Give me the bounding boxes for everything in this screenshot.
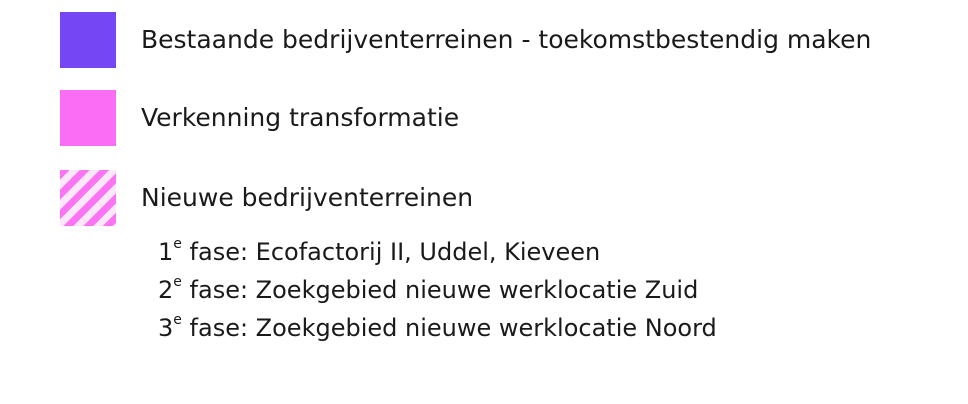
transformation-swatch (60, 90, 116, 146)
phase-1-number: 1 (158, 238, 174, 266)
transformation-label: Verkenning transformatie (141, 103, 460, 132)
phase-2-number: 2 (158, 276, 174, 304)
legend-item-new-sites: Nieuwe bedrijventerreinen (60, 170, 473, 226)
phase-2-ordinal-suffix: e (173, 274, 182, 290)
phase-3-ordinal-suffix: e (173, 312, 182, 328)
existing-sites-label: Bestaande bedrijventerreinen - toekomstb… (141, 25, 872, 54)
legend-item-existing-sites: Bestaande bedrijventerreinen - toekomstb… (60, 12, 871, 68)
new-sites-hatched-swatch (60, 170, 116, 226)
legend-item-transformation: Verkenning transformatie (60, 90, 459, 146)
phase-1-text: fase: Ecofactorij II, Uddel, Kieveen (181, 238, 601, 266)
phase-2-text: fase: Zoekgebied nieuwe werklocatie Zuid (181, 276, 699, 304)
phase-3-number: 3 (158, 314, 174, 342)
phase-1-ordinal-suffix: e (173, 236, 182, 252)
phase-1-item: 1e fase: Ecofactorij II, Uddel, Kieveen (158, 233, 717, 271)
new-sites-label: Nieuwe bedrijventerreinen (141, 183, 474, 212)
phase-3-item: 3e fase: Zoekgebied nieuwe werklocatie N… (158, 309, 717, 347)
phase-2-item: 2e fase: Zoekgebied nieuwe werklocatie Z… (158, 271, 717, 309)
phase-3-text: fase: Zoekgebied nieuwe werklocatie Noor… (181, 314, 717, 342)
map-legend: Bestaande bedrijventerreinen - toekomstb… (0, 0, 968, 404)
existing-sites-swatch (60, 12, 116, 68)
new-sites-phase-list: 1e fase: Ecofactorij II, Uddel, Kieveen … (158, 233, 717, 347)
